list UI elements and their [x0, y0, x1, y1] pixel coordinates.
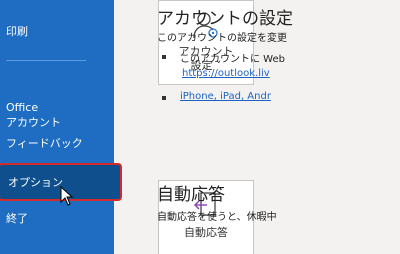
- sidebar-item-label: Office アカウント: [6, 101, 61, 129]
- sidebar-divider: [6, 60, 86, 61]
- sidebar-item-exit[interactable]: 終了: [0, 211, 114, 226]
- mobile-apps-link[interactable]: iPhone, iPad, Andr: [180, 91, 271, 102]
- sidebar-item-label: 印刷: [6, 25, 28, 38]
- account-settings-title: アカウントの設定: [157, 9, 293, 29]
- account-settings-description: このアカウントの設定を変更: [157, 33, 287, 44]
- auto-reply-title: 自動応答: [157, 185, 225, 205]
- sidebar-item-feedback[interactable]: フィードバック: [0, 136, 114, 151]
- outlook-link[interactable]: https://outlook.liv: [182, 68, 270, 79]
- auto-reply-description: 自動応答を使うと、休暇中: [157, 212, 277, 223]
- sidebar-item-label: 終了: [6, 212, 28, 225]
- sidebar-item-label: オプション: [8, 176, 63, 189]
- sidebar-item-label: フィードバック: [6, 137, 83, 150]
- sidebar-item-office-account[interactable]: Office アカウント: [0, 85, 114, 130]
- bullet-text: このアカウントに Web: [180, 54, 285, 65]
- auto-reply-label: 自動応答: [184, 226, 228, 239]
- sidebar: 印刷 Office アカウント フィードバック オプション 終了: [0, 0, 122, 254]
- mouse-cursor-icon: [60, 186, 74, 206]
- sidebar-item-print[interactable]: 印刷: [0, 24, 114, 39]
